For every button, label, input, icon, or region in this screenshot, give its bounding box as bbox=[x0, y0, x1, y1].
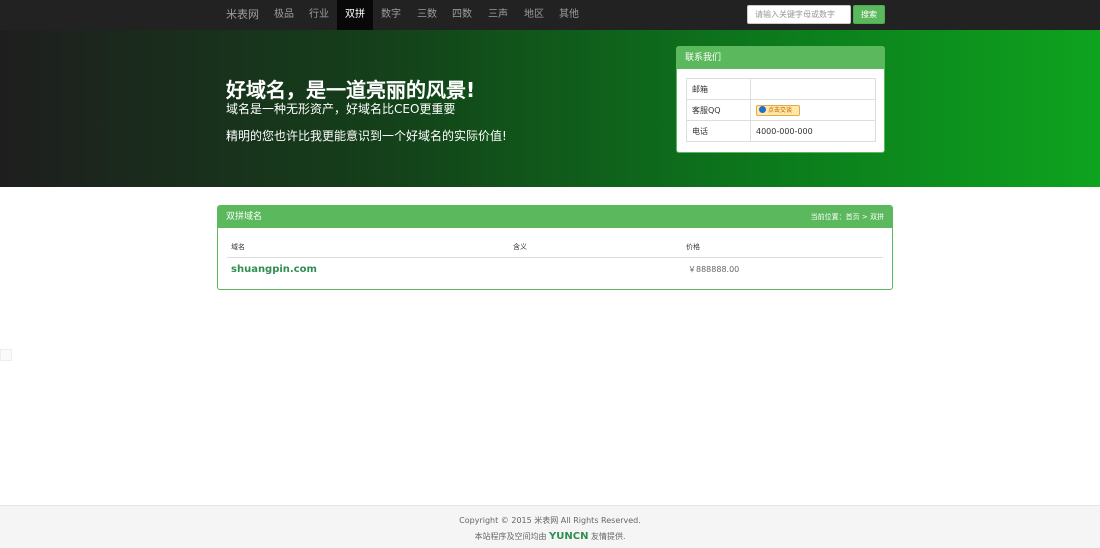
domain-link[interactable]: shuangpin.com bbox=[231, 264, 317, 275]
contact-email-value bbox=[750, 78, 876, 100]
nav-item-shuangpin[interactable]: 双拼 bbox=[337, 0, 373, 30]
nav-item-sansheng[interactable]: 三声 bbox=[481, 0, 515, 30]
nav-item-hangye[interactable]: 行业 bbox=[302, 0, 336, 30]
nav-item-jipin[interactable]: 极品 bbox=[268, 0, 300, 30]
search-button[interactable]: 搜索 bbox=[853, 5, 885, 24]
nav-item-diqu[interactable]: 地区 bbox=[517, 0, 551, 30]
column-header-price: 价格 bbox=[686, 243, 700, 251]
hero-title: 好域名，是一道亮丽的风景! bbox=[226, 78, 476, 102]
qq-chat-button[interactable]: 点击交谈 bbox=[756, 104, 800, 116]
contact-label: 客服QQ bbox=[686, 99, 751, 121]
column-header-domain: 域名 bbox=[231, 243, 245, 251]
contact-label: 电话 bbox=[686, 120, 751, 142]
nav-item-shuzi[interactable]: 数字 bbox=[374, 0, 408, 30]
contact-table: 邮箱 客服QQ 点击交谈 电话 4000-000-000 bbox=[686, 78, 876, 142]
hero-banner bbox=[0, 30, 1100, 187]
site-brand[interactable]: 米表网 bbox=[226, 0, 259, 30]
contact-qq-value: 点击交谈 bbox=[750, 99, 876, 121]
qq-penguin-icon bbox=[759, 105, 766, 113]
column-header-meaning: 含义 bbox=[513, 243, 527, 251]
nav-item-qita[interactable]: 其他 bbox=[552, 0, 586, 30]
domain-price: ￥888888.00 bbox=[688, 265, 740, 274]
top-navbar: 米表网 极品 行业 双拼 数字 三数 四数 三声 地区 其他 请输入关键字母或数… bbox=[0, 0, 1100, 30]
qq-chat-label: 点击交谈 bbox=[768, 106, 793, 114]
nav-item-sanshu[interactable]: 三数 bbox=[410, 0, 444, 30]
nav-item-sishu[interactable]: 四数 bbox=[445, 0, 479, 30]
footer-credit-brand[interactable]: YUNCN bbox=[549, 531, 588, 542]
footer-copyright: Copyright © 2015 米表网 All Rights Reserved… bbox=[459, 516, 641, 525]
contact-row-phone: 电话 4000-000-000 bbox=[686, 120, 876, 142]
contact-phone-value: 4000-000-000 bbox=[750, 120, 876, 142]
contact-label: 邮箱 bbox=[686, 78, 751, 100]
table-divider bbox=[227, 257, 883, 258]
side-float-box[interactable] bbox=[0, 349, 12, 361]
contact-panel: 联系我们 邮箱 客服QQ 点击交谈 电话 4000-000-000 bbox=[676, 46, 885, 153]
hero-subtitle-2: 精明的您也许比我更能意识到一个好域名的实际价值! bbox=[226, 129, 507, 143]
breadcrumb[interactable]: 当前位置：首页 > 双拼 bbox=[811, 206, 884, 228]
hero-subtitle: 域名是一种无形资产，好域名比CEO更重要 bbox=[226, 102, 456, 116]
footer: Copyright © 2015 米表网 All Rights Reserved… bbox=[0, 505, 1100, 548]
panel-header: 双拼域名 当前位置：首页 > 双拼 bbox=[218, 206, 892, 228]
panel-title: 双拼域名 bbox=[226, 212, 263, 222]
domain-list-panel: 双拼域名 当前位置：首页 > 双拼 域名 含义 价格 shuangpin.com… bbox=[217, 205, 893, 290]
search-input[interactable]: 请输入关键字母或数字 bbox=[747, 5, 851, 24]
contact-panel-title: 联系我们 bbox=[677, 47, 884, 69]
footer-credit: 本站程序及空间均由 YUNCN 友情提供. bbox=[0, 531, 1100, 542]
footer-credit-suffix: 友情提供. bbox=[591, 532, 626, 541]
contact-row-qq: 客服QQ 点击交谈 bbox=[686, 99, 876, 121]
contact-row-email: 邮箱 bbox=[686, 78, 876, 100]
footer-credit-prefix: 本站程序及空间均由 bbox=[474, 532, 547, 541]
